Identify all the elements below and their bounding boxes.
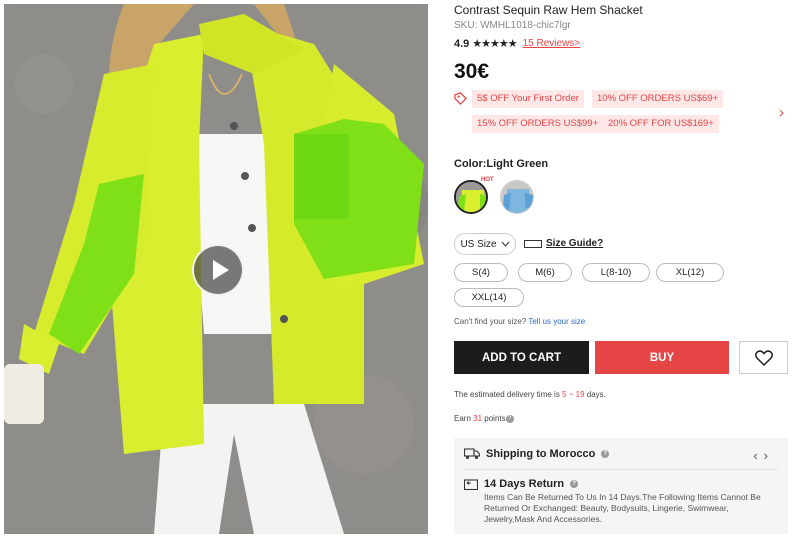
- shipping-title: Shipping to Morocco: [486, 448, 596, 460]
- return-title: 14 Days Return: [484, 478, 565, 490]
- swatch-blue[interactable]: [500, 180, 534, 214]
- cant-find-text: Can't find your size?: [454, 317, 527, 326]
- reviews-link[interactable]: 15 Reviews>: [523, 38, 581, 49]
- size-guide-link[interactable]: Size Guide?: [524, 238, 603, 249]
- rating-row: 4.9 ★★★★★ 15 Reviews>: [454, 37, 581, 51]
- add-to-cart-button[interactable]: ADD TO CART: [454, 341, 589, 374]
- chevron-left-icon[interactable]: ‹: [753, 448, 763, 463]
- size-option-m[interactable]: M(6): [518, 263, 572, 282]
- question-icon[interactable]: ?: [505, 414, 514, 423]
- size-option-s[interactable]: S(4): [454, 263, 508, 282]
- hot-tag: HOT: [481, 177, 494, 183]
- truck-icon: [464, 448, 480, 459]
- chevron-right-icon[interactable]: ›: [779, 104, 784, 121]
- swatch-light-green[interactable]: [454, 180, 488, 214]
- product-title: Contrast Sequin Raw Hem Shacket: [454, 3, 643, 17]
- size-option-xxl[interactable]: XXL(14): [454, 288, 524, 307]
- play-video-button[interactable]: [192, 244, 244, 296]
- coupon-first-order[interactable]: 5$ OFF Your First Order: [472, 90, 584, 108]
- question-icon[interactable]: ?: [601, 450, 610, 458]
- product-sku: SKU: WMHL1018-chic7lgr: [454, 20, 571, 31]
- return-icon: [464, 479, 478, 490]
- delivery-estimate: The estimated delivery time is 5 ~ 19 da…: [454, 390, 606, 399]
- size-option-l[interactable]: L(8-10): [582, 263, 650, 282]
- wishlist-button[interactable]: [739, 341, 788, 374]
- delivery-prefix: The estimated delivery time is: [454, 390, 560, 399]
- delivery-range: 5 ~ 19: [562, 390, 585, 399]
- size-system-label: US Size: [460, 238, 497, 250]
- size-system-select[interactable]: US Size: [454, 233, 516, 255]
- chevron-right-icon[interactable]: ›: [764, 448, 774, 463]
- product-image[interactable]: [4, 4, 428, 534]
- size-help: Can't find your size? Tell us your size: [454, 317, 585, 326]
- size-guide-label: Size Guide?: [546, 238, 604, 249]
- heart-icon: [754, 349, 773, 366]
- swatch-light-green-thumb: [456, 182, 486, 212]
- points-value: 31: [473, 414, 483, 423]
- coupon-tag-icon: [454, 92, 467, 105]
- product-price: 30€: [454, 60, 490, 83]
- return-header: 14 Days Return ?: [464, 478, 579, 490]
- earn-prefix: Earn: [454, 414, 471, 423]
- shipping-header[interactable]: Shipping to Morocco ?: [464, 448, 610, 460]
- rating-value: 4.9: [454, 37, 470, 50]
- chevron-down-icon: [501, 241, 510, 247]
- star-rating: ★★★★★: [472, 38, 517, 50]
- shipping-divider: [464, 469, 778, 470]
- size-option-xl[interactable]: XL(12): [656, 263, 724, 282]
- question-icon[interactable]: ?: [570, 480, 579, 488]
- shipping-panel: Shipping to Morocco ? ‹› 14 Days Return …: [454, 438, 788, 534]
- coupon-15-off[interactable]: 15% OFF ORDERS US$99+: [472, 115, 604, 133]
- delivery-suffix: days.: [586, 390, 606, 399]
- swatch-blue-thumb: [501, 181, 533, 213]
- play-icon: [212, 260, 229, 280]
- tell-us-size-link[interactable]: Tell us your size: [528, 317, 585, 326]
- coupon-20-off[interactable]: 20% OFF FOR US$169+: [603, 115, 719, 133]
- earn-points: Earn 31 points?: [454, 414, 514, 423]
- shipping-nav[interactable]: ‹›: [753, 448, 774, 463]
- buy-button[interactable]: BUY: [595, 341, 729, 374]
- return-policy-text: Items Can Be Returned To Us In 14 Days.T…: [484, 492, 761, 524]
- coupon-10-off[interactable]: 10% OFF ORDERS US$69+: [592, 90, 724, 108]
- color-label: Color:Light Green: [454, 158, 549, 170]
- ruler-icon: [524, 239, 542, 248]
- earn-suffix: points: [484, 414, 506, 423]
